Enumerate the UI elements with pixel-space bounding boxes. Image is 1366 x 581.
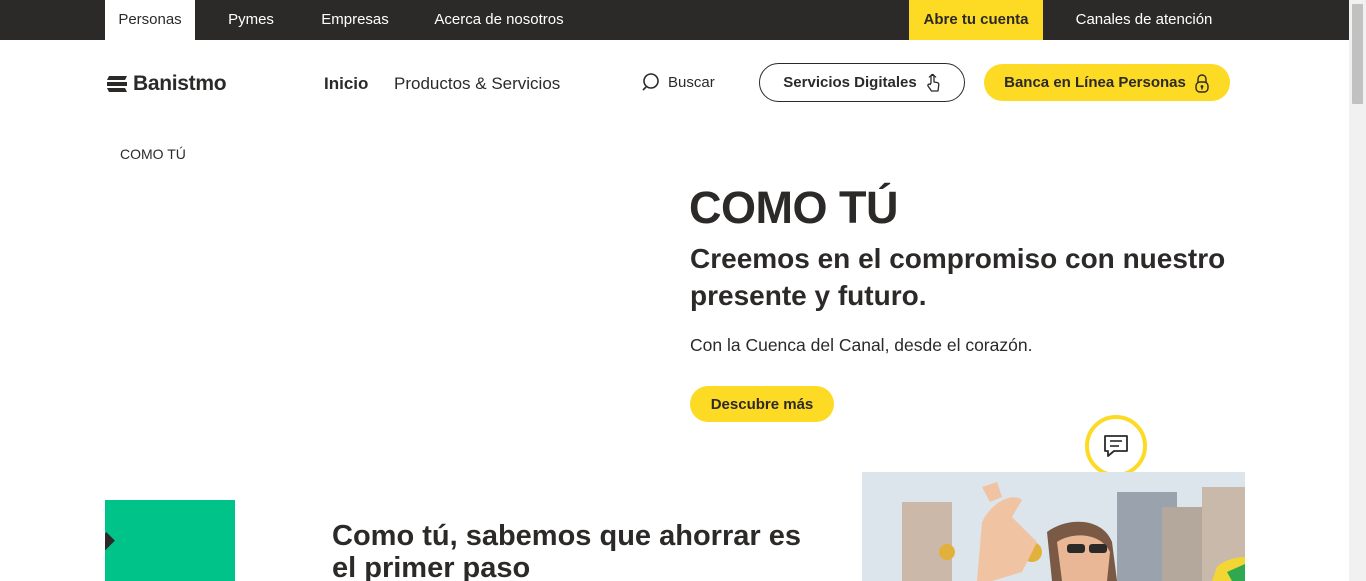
tab-acerca-de-nosotros[interactable]: Acerca de nosotros <box>420 0 578 40</box>
online-banking-button[interactable]: Banca en Línea Personas <box>984 64 1230 101</box>
tab-pymes[interactable]: Pymes <box>212 0 290 40</box>
hero-image: COMO TÚ <box>105 146 186 162</box>
hero-subtitle: Creemos en el compromiso con nuestro pre… <box>690 243 1226 311</box>
savings-section-title: Como tú, sabemos que ahorrar es el prime… <box>332 520 801 581</box>
top-navigation-bar: Personas Pymes Empresas Acerca de nosotr… <box>0 0 1349 40</box>
tab-empresas[interactable]: Empresas <box>306 0 404 40</box>
page-scrollbar[interactable] <box>1349 0 1366 581</box>
scrollbar-thumb[interactable] <box>1352 4 1363 104</box>
chat-icon <box>1104 435 1128 457</box>
nav-productos-servicios[interactable]: Productos & Servicios <box>394 74 560 94</box>
open-account-button[interactable]: Abre tu cuenta <box>909 0 1043 40</box>
logo-text: Banistmo <box>133 72 227 95</box>
banistmo-logo[interactable]: Banistmo <box>106 71 227 97</box>
discover-more-button[interactable]: Descubre más <box>690 386 834 422</box>
decorative-notch <box>105 532 115 552</box>
broken-image-icon <box>106 147 120 161</box>
savings-photo <box>862 472 1245 581</box>
digital-services-button[interactable]: Servicios Digitales <box>759 63 965 102</box>
lock-icon <box>1195 73 1209 93</box>
chat-button[interactable] <box>1085 415 1147 477</box>
concert-photo-illustration <box>862 472 1245 581</box>
touch-hand-icon <box>927 73 940 92</box>
banistmo-logo-icon <box>107 76 127 92</box>
search-button[interactable]: Buscar <box>642 72 715 92</box>
hero-title: COMO TÚ <box>689 182 898 233</box>
tab-personas[interactable]: Personas <box>105 0 195 40</box>
search-icon <box>642 73 659 91</box>
search-label: Buscar <box>668 73 715 91</box>
green-decorative-block <box>105 500 235 581</box>
hero-image-alt: COMO TÚ <box>120 146 186 162</box>
online-banking-label: Banca en Línea Personas <box>1004 74 1186 91</box>
service-channels-link[interactable]: Canales de atención <box>1060 0 1228 40</box>
nav-inicio[interactable]: Inicio <box>324 74 368 94</box>
digital-services-label: Servicios Digitales <box>783 74 917 91</box>
hero-description: Con la Cuenca del Canal, desde el corazó… <box>690 335 1033 355</box>
